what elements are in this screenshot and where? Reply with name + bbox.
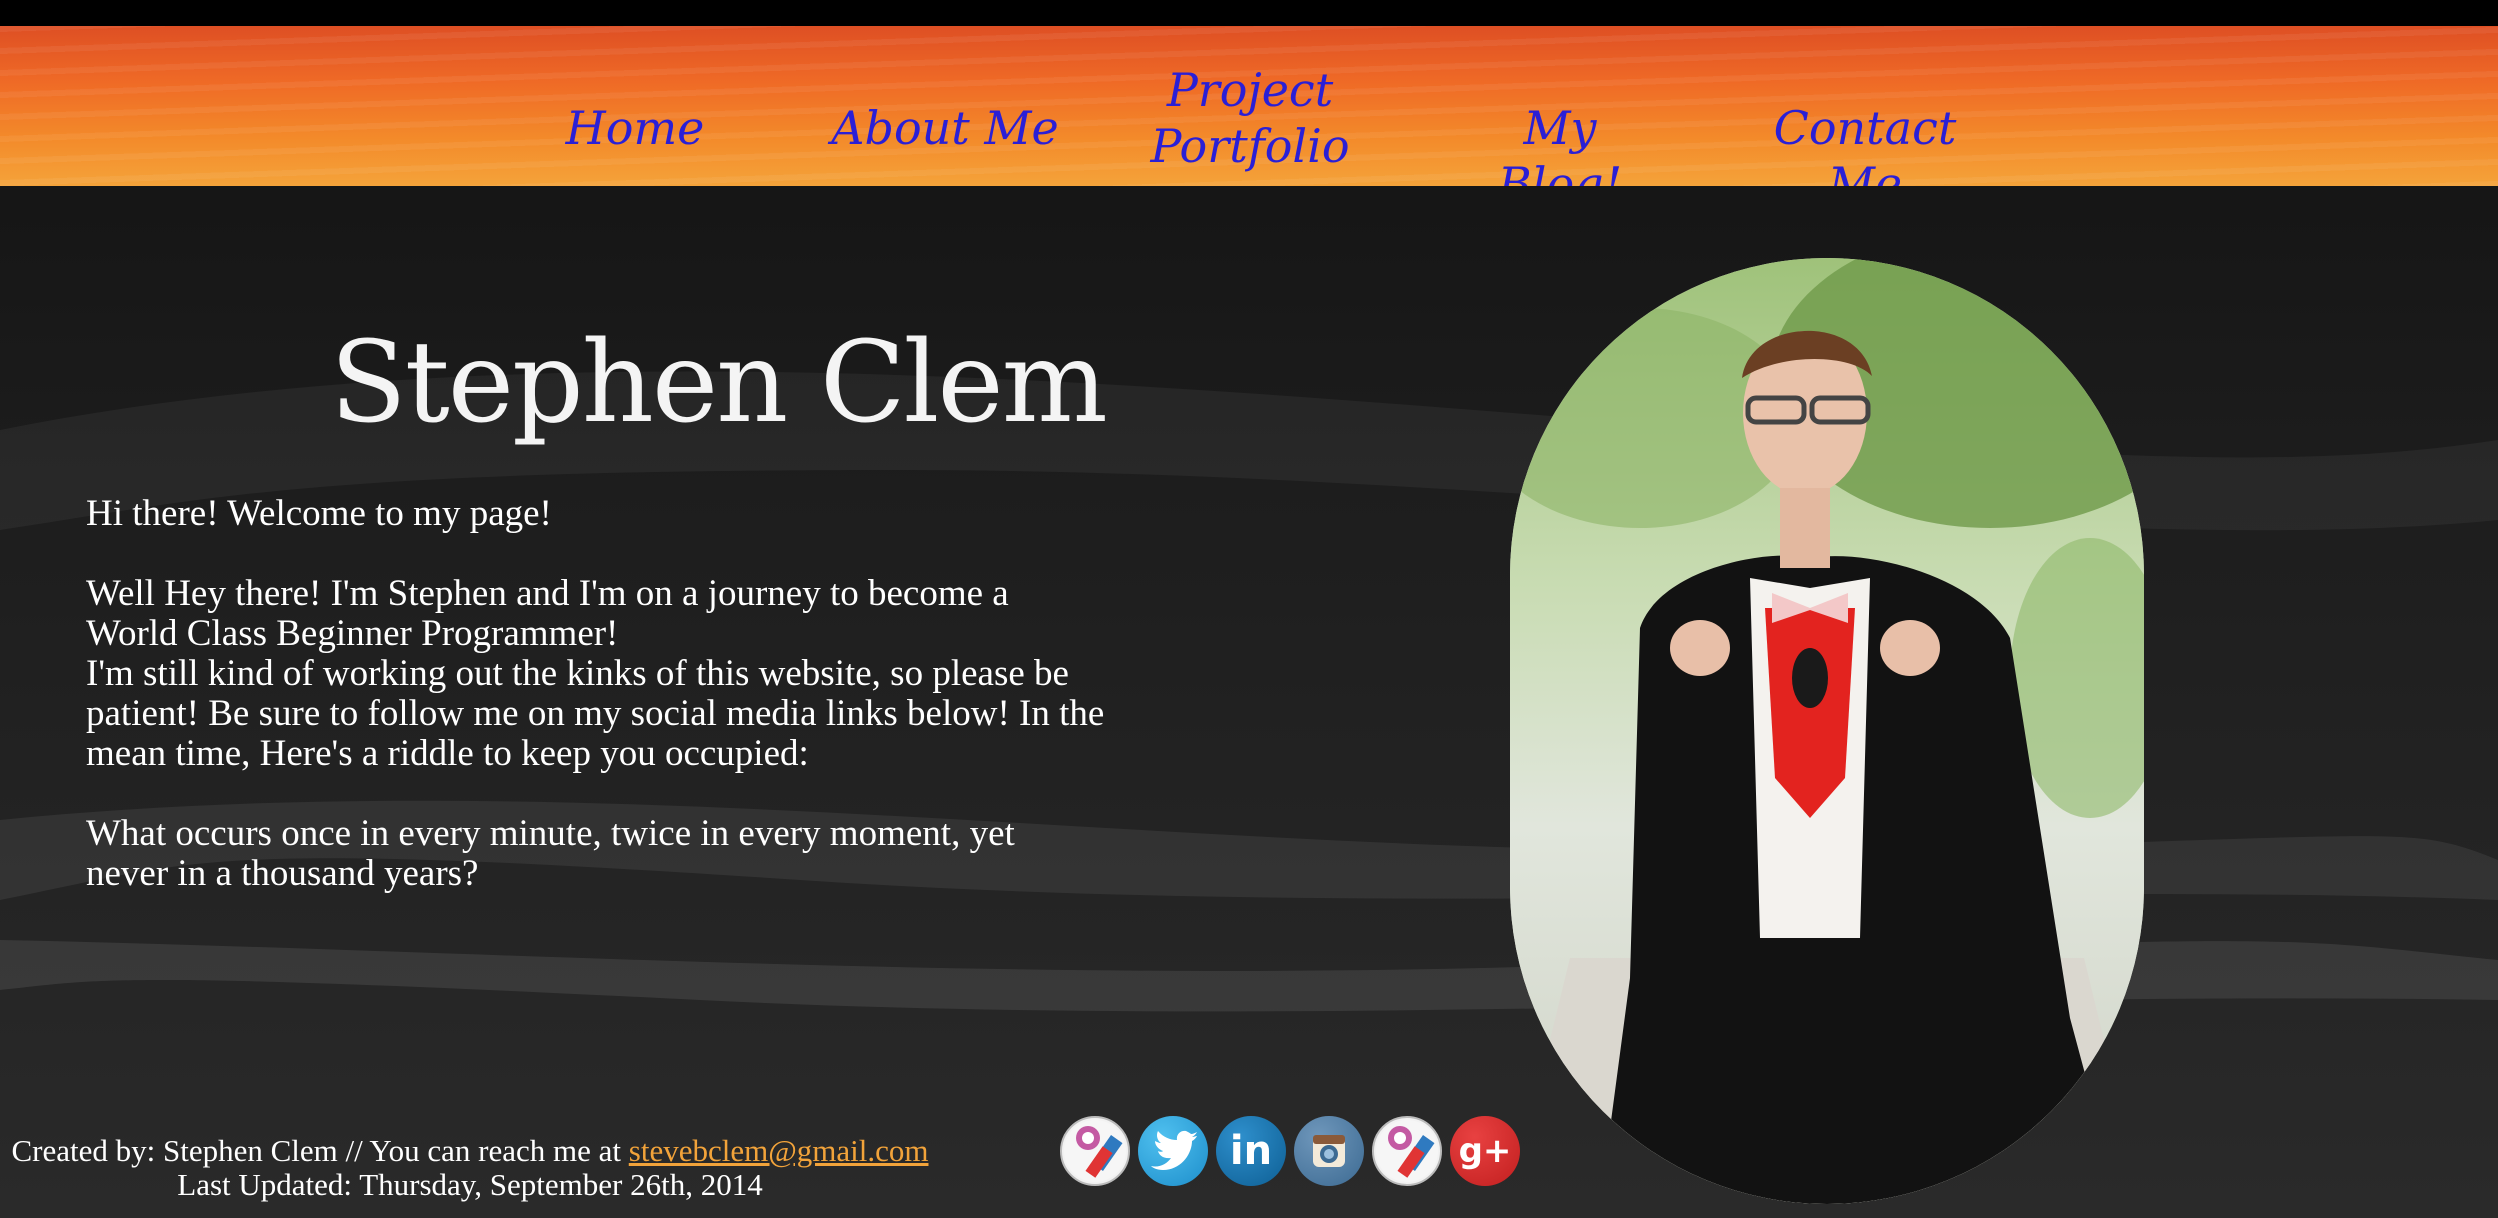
main-navigation: Home About Me Project Portfolio My Blog!… xyxy=(0,26,2498,186)
footer-credit-line: Created by: Stephen Clem // You can reac… xyxy=(0,1134,950,1168)
intro-paragraph-2: I'm still kind of working out the kinks … xyxy=(86,653,1105,774)
top-strip xyxy=(0,0,2498,26)
google-plus-icon[interactable]: g+ xyxy=(1450,1116,1520,1186)
twitter-icon[interactable] xyxy=(1138,1116,1208,1186)
last-updated-text: Last Updated: Thursday, September 26th, … xyxy=(177,1167,763,1202)
nav-link-home[interactable]: Home xyxy=(560,100,710,156)
nav-link-about-me[interactable]: About Me xyxy=(830,100,1060,156)
intro-paragraph-1: Well Hey there! I'm Stephen and I'm on a… xyxy=(86,573,1009,654)
footer-credit-text: Created by: Stephen Clem // You can reac… xyxy=(11,1133,622,1168)
nav-link-contact-me[interactable]: Contact Me xyxy=(1740,100,1990,186)
email-link[interactable]: stevebclem@gmail.com xyxy=(629,1133,929,1168)
nav-link-my-blog[interactable]: My Blog! xyxy=(1455,100,1665,186)
intro-section: Hi there! Welcome to my page! Well Hey t… xyxy=(86,494,1106,894)
site-title: Stephen Clem xyxy=(330,318,1108,448)
linkedin-icon[interactable]: in xyxy=(1216,1116,1286,1186)
nav-link-project-portfolio[interactable]: Project Portfolio xyxy=(1145,62,1355,174)
riddle-text: What occurs once in every minute, twice … xyxy=(86,813,1015,894)
profile-photo xyxy=(1510,258,2144,1204)
offiicons-icon[interactable] xyxy=(1060,1116,1130,1186)
instagram-icon[interactable] xyxy=(1294,1116,1364,1186)
footer: Created by: Stephen Clem // You can reac… xyxy=(0,1134,950,1202)
offiicons-icon[interactable] xyxy=(1372,1116,1442,1186)
greeting-text: Hi there! Welcome to my page! xyxy=(86,493,552,534)
